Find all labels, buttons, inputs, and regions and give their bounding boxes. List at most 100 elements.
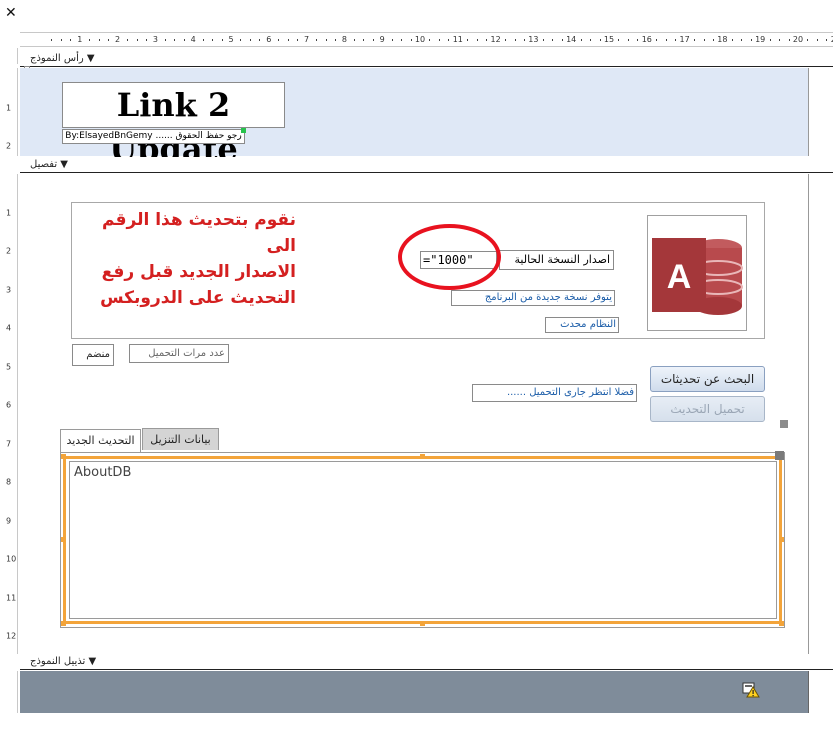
ruler-number: 11 xyxy=(6,593,17,602)
update-note-line-2: الاصدار الجديد قبل رفع xyxy=(101,262,296,282)
joined-checkbox-label[interactable]: منضم xyxy=(72,344,114,366)
ruler-number: 8 xyxy=(6,477,12,487)
ruler-number: 2 xyxy=(6,141,12,151)
ruler-tick xyxy=(514,39,516,41)
ruler-tick xyxy=(325,39,327,41)
ruler-tick xyxy=(127,39,129,41)
download-update-button[interactable]: تحميل التحديث xyxy=(650,396,765,422)
form-title-label[interactable]: Link 2 Update xyxy=(62,82,285,168)
ruler-tick xyxy=(448,39,450,41)
ruler-number: 8 xyxy=(341,35,347,44)
control-warning-icon[interactable] xyxy=(742,682,760,698)
ruler-number: 2 xyxy=(115,35,121,44)
ruler-tick xyxy=(590,39,592,41)
about-db-subform[interactable]: AboutDB xyxy=(69,461,777,619)
access-logo-icon: A xyxy=(652,238,743,315)
system-updated-label[interactable]: النظام محدث xyxy=(545,317,619,333)
update-note-line-1: نقوم بتحديث هذا الرقم الى xyxy=(102,210,296,256)
loading-label[interactable]: فضلا انتظر جارى التحميل ...... xyxy=(472,384,637,402)
ruler-number: 15 xyxy=(603,35,615,44)
warning-icon xyxy=(742,682,760,698)
ruler-number: 13 xyxy=(528,35,539,44)
current-version-label[interactable]: اصدار النسخة الحالية xyxy=(499,250,614,270)
ruler-tick xyxy=(89,39,91,41)
ruler-tick xyxy=(259,39,261,41)
ruler-tick xyxy=(486,39,488,41)
ruler-tick xyxy=(221,39,223,41)
update-note-line-3: التحديث على الدروبكس xyxy=(100,288,296,308)
control-anchor-handle[interactable] xyxy=(780,420,788,428)
detail-section-label: ▼ تفصيل xyxy=(30,159,68,170)
form-header-section-bar[interactable]: ▼ رأس النموذج xyxy=(20,51,833,67)
ruler-tick xyxy=(164,39,166,41)
ruler-tick xyxy=(287,39,289,41)
tab-download-data[interactable]: بيانات التنزيل xyxy=(142,428,219,450)
ruler-tick xyxy=(202,39,204,41)
ruler-number: 2 xyxy=(6,246,12,256)
ruler-number: 6 xyxy=(266,35,272,44)
ruler-tick xyxy=(694,39,696,41)
ruler-number: 4 xyxy=(6,323,12,333)
check-updates-button[interactable]: البحث عن تحديثات xyxy=(650,366,765,392)
ruler-tick xyxy=(98,39,100,41)
ruler-number: 9 xyxy=(6,516,12,525)
ruler-tick xyxy=(807,39,809,41)
detail-section-bar[interactable]: ▼ تفصيل xyxy=(20,157,833,173)
resize-handle-tc[interactable] xyxy=(420,454,425,459)
ruler-tick xyxy=(334,39,336,41)
resize-handle-bl[interactable] xyxy=(61,621,66,626)
access-logo-image[interactable]: A xyxy=(647,215,747,331)
ruler-tick xyxy=(618,39,620,41)
ruler-tick xyxy=(816,39,818,41)
resize-handle-ml[interactable] xyxy=(61,537,66,542)
close-icon[interactable]: ✕ xyxy=(5,6,17,20)
update-note: نقوم بتحديث هذا الرقم الى الاصدار الجديد… xyxy=(96,207,296,311)
form-footer-section-label: ▼ تذييل النموذج xyxy=(30,656,97,667)
ruler-number: 18 xyxy=(717,35,728,44)
ruler-tick xyxy=(145,39,147,41)
ruler-tick xyxy=(656,39,658,41)
ruler-tick xyxy=(391,39,393,41)
ruler-number: 4 xyxy=(190,35,196,44)
download-count-textbox[interactable]: عدد مرات التحميل xyxy=(129,344,229,363)
resize-handle-tl[interactable] xyxy=(61,454,66,459)
ruler-tick xyxy=(741,39,743,41)
new-version-label[interactable]: يتوفر نسخة جديدة من البرنامج xyxy=(451,290,615,306)
ruler-tick xyxy=(136,39,138,41)
access-logo-letter: A xyxy=(667,258,692,296)
ruler-tick xyxy=(51,39,53,41)
resize-handle-bc[interactable] xyxy=(420,621,425,626)
ruler-number: 9 xyxy=(379,35,385,44)
ruler-tick xyxy=(476,39,478,41)
ruler-tick xyxy=(712,39,714,41)
resize-handle-tr[interactable] xyxy=(775,451,784,460)
vertical-ruler-top xyxy=(0,48,18,64)
ruler-number: 10 xyxy=(414,35,426,44)
resize-handle-mr[interactable] xyxy=(779,537,784,542)
byline-label[interactable]: By:ElsayedBnGemy ...... رجو حفظ الحقوق xyxy=(62,128,246,144)
resize-handle-br[interactable] xyxy=(779,621,784,626)
form-footer-section-bar[interactable]: ▼ تذييل النموذج xyxy=(20,654,833,670)
ruler-tick xyxy=(183,39,185,41)
form-header-section-label: ▼ رأس النموذج xyxy=(30,53,95,64)
ruler-number: 7 xyxy=(6,439,12,448)
ruler-number: 1 xyxy=(6,103,12,113)
ruler-tick xyxy=(675,39,677,41)
vertical-ruler-detail: 1 2 3 4 5 6 7 8 9 10 11 12 xyxy=(0,174,18,654)
tab-new-update[interactable]: التحديث الجديد xyxy=(60,429,141,453)
ruler-tick xyxy=(174,39,176,41)
ruler-tick xyxy=(249,39,251,41)
ruler-tick xyxy=(523,39,525,41)
ruler-number: 12 xyxy=(490,35,501,44)
ruler-number: 5 xyxy=(6,362,12,371)
form-footer-area xyxy=(20,671,809,713)
ruler-tick xyxy=(212,39,214,41)
ruler-tick xyxy=(297,39,299,41)
ruler-tick xyxy=(429,39,431,41)
ruler-tick xyxy=(788,39,790,41)
ruler-tick xyxy=(438,39,440,41)
ruler-tick xyxy=(750,39,752,41)
ruler-number: 12 xyxy=(6,631,17,641)
ruler-tick xyxy=(552,39,554,41)
ruler-tick xyxy=(401,39,403,41)
